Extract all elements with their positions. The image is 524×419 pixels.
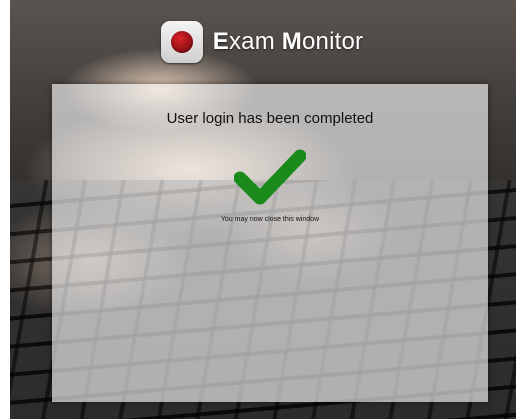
checkmark-icon bbox=[234, 149, 306, 205]
title-letter-e: E bbox=[212, 28, 229, 55]
title-letter-m: M bbox=[281, 28, 302, 55]
login-complete-panel: User login has been completed You may no… bbox=[52, 84, 488, 402]
title-word-onitor: onitor bbox=[302, 28, 364, 55]
record-icon bbox=[160, 21, 203, 63]
app-header: Exam Monitor bbox=[0, 20, 524, 64]
app-title: Exam Monitor bbox=[213, 28, 364, 56]
title-word-xam: xam bbox=[228, 28, 275, 55]
close-window-message: You may now close this window bbox=[220, 216, 320, 223]
panel-heading: User login has been completed bbox=[166, 110, 374, 127]
record-dot bbox=[170, 31, 193, 53]
